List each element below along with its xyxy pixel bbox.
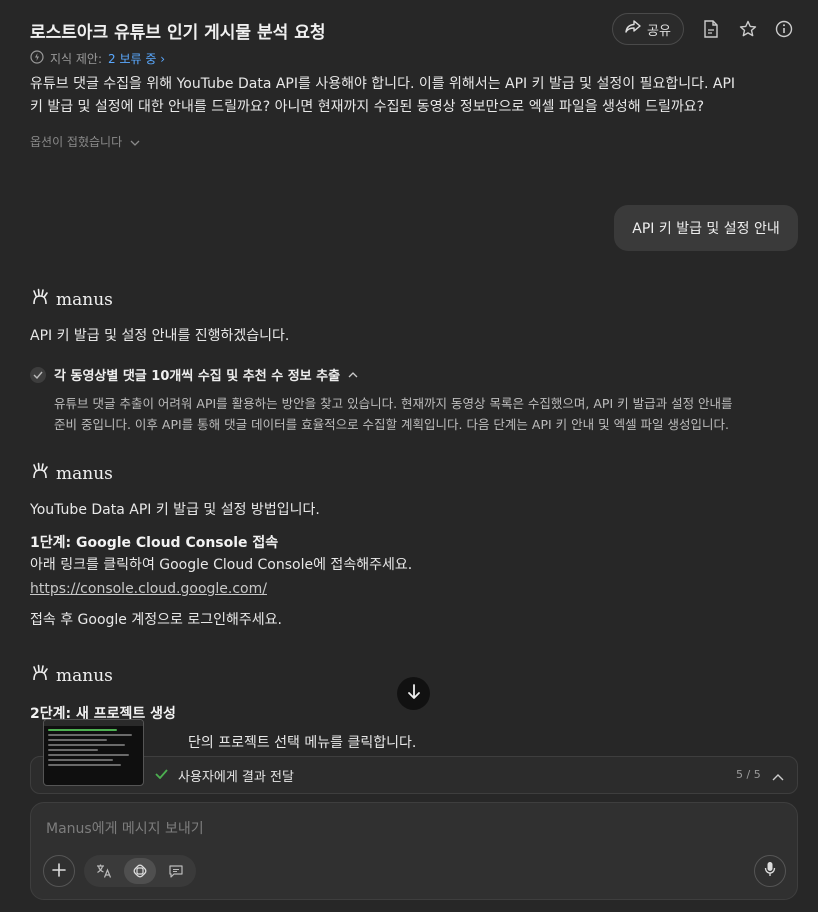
share-label: 공유	[647, 23, 671, 39]
thumbnail-line	[48, 764, 122, 766]
check-circle-icon	[30, 366, 46, 383]
scroll-to-bottom-button[interactable]	[397, 677, 430, 710]
thumbnail-line	[48, 739, 108, 741]
star-icon[interactable]	[737, 18, 759, 40]
thumbnail-line	[48, 754, 130, 756]
reply1-text: API 키 발급 및 설정 안내를 진행하겠습니다.	[30, 328, 290, 344]
chevron-up-icon	[348, 367, 358, 382]
task-step-title: 각 동영상별 댓글 10개씩 수집 및 추천 수 정보 추출	[54, 369, 341, 384]
plus-icon	[52, 862, 66, 881]
assistant-question-line1: 유튜브 댓글 수집을 위해 YouTube Data API를 사용해야 합니다…	[30, 76, 736, 92]
task-desc-line2: 준비 중입니다. 이후 API를 통해 댓글 데이터를 효율적으로 수집할 계획…	[54, 417, 729, 432]
progress-count: 5 / 5	[736, 768, 761, 781]
share-button[interactable]: 공유	[612, 13, 684, 45]
knowledge-label: 지식 제안:	[50, 52, 103, 66]
thumbnail-titlebar	[44, 720, 143, 726]
manus-logo-icon	[30, 287, 50, 312]
step1-after: 접속 후 Google 계정으로 로그인해주세요.	[30, 612, 282, 628]
manus-brand: manus	[30, 663, 113, 688]
info-icon[interactable]	[773, 18, 795, 40]
progress-label: 사용자에게 결과 전달	[178, 770, 294, 785]
knowledge-pending-link[interactable]: 2 보류 중 ›	[108, 50, 165, 67]
step1-title: 1단계: Google Cloud Console 접속	[30, 535, 279, 551]
reply2-intro: YouTube Data API 키 발급 및 설정 방법입니다.	[30, 502, 320, 518]
thumbnail-line	[48, 759, 114, 761]
chevron-down-icon	[130, 135, 140, 149]
add-attachment-button[interactable]	[43, 855, 75, 887]
task-desc-line1: 유튜브 댓글 추출이 어려워 API를 활용하는 방안을 찾고 있습니다. 현재…	[54, 396, 733, 411]
task-progress-bar[interactable]	[30, 756, 798, 794]
task-step-description: 유튜브 댓글 추출이 어려워 API를 활용하는 방안을 찾고 있습니다. 현재…	[54, 393, 794, 435]
manus-brand-name: manus	[56, 289, 113, 310]
page-title: 로스트아크 유튜브 인기 게시물 분석 요청	[30, 23, 326, 43]
microphone-icon	[764, 861, 776, 881]
step1-text: 아래 링크를 클릭하여 Google Cloud Console에 접속해주세요…	[30, 557, 413, 573]
chat-icon[interactable]	[160, 858, 192, 884]
file-icon[interactable]	[700, 18, 722, 40]
computer-preview-thumbnail[interactable]	[43, 719, 144, 786]
assistant-question-line2: 키 발급 및 설정에 대한 안내를 드릴까요? 아니면 현재까지 수집된 동영상…	[30, 99, 705, 115]
lightbulb-icon	[30, 50, 44, 67]
options-collapsed-label: 옵션이 접혔습니다	[30, 135, 123, 149]
console-link[interactable]: https://console.cloud.google.com/	[30, 581, 267, 597]
thumbnail-line	[48, 729, 118, 731]
voice-input-button[interactable]	[754, 855, 786, 887]
thumbnail-line	[48, 749, 98, 751]
manus-logo-icon	[30, 461, 50, 486]
share-icon	[625, 20, 641, 38]
manus-brand: manus	[30, 287, 113, 312]
checkmark-icon	[155, 768, 168, 783]
thumbnail-line	[48, 744, 126, 746]
manus-logo-icon	[30, 663, 50, 688]
options-collapsed-toggle[interactable]: 옵션이 접혔습니다	[30, 133, 140, 150]
message-input[interactable]: Manus에게 메시지 보내기	[46, 818, 204, 838]
progress-status: 사용자에게 결과 전달	[155, 766, 294, 785]
mode-selector	[84, 855, 196, 887]
arrow-down-icon	[407, 683, 421, 704]
task-step-header[interactable]: 각 동영상별 댓글 10개씩 수집 및 추천 수 정보 추출	[30, 365, 358, 384]
user-message: API 키 발급 및 설정 안내	[614, 205, 798, 251]
manus-brand-name: manus	[56, 463, 113, 484]
assistant-question: 유튜브 댓글 수집을 위해 YouTube Data API를 사용해야 합니다…	[30, 73, 800, 119]
translate-icon[interactable]	[88, 858, 120, 884]
step2-text: 단의 프로젝트 선택 메뉴를 클릭합니다.	[188, 735, 417, 751]
chevron-up-icon[interactable]	[772, 766, 784, 785]
knowledge-suggestion-row: 지식 제안: 2 보류 중 ›	[30, 50, 165, 67]
manus-brand-name: manus	[56, 665, 113, 686]
chevron-right-icon: ›	[160, 52, 166, 66]
knowledge-pending-text: 2 보류 중	[108, 52, 157, 66]
thumbnail-line	[48, 734, 133, 736]
manus-brand: manus	[30, 461, 113, 486]
manus-agent-mode-icon[interactable]	[124, 858, 156, 884]
